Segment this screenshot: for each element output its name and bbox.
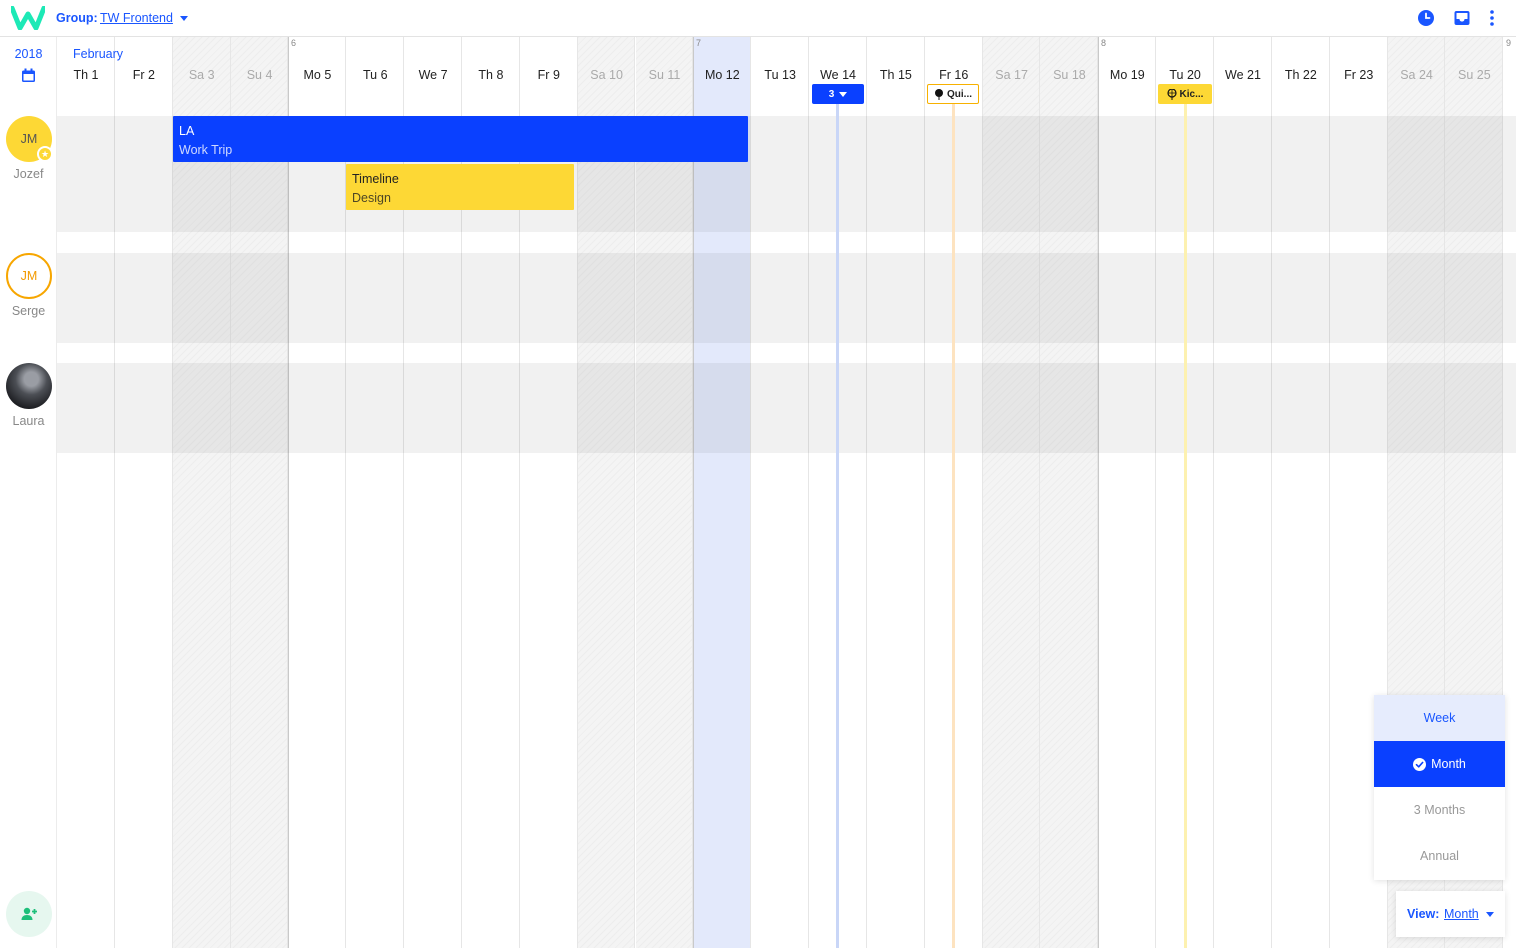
top-bar: Group: TW Frontend [0,0,1516,37]
day-label: Sa 3 [188,68,215,82]
marker-count: 3 [828,88,835,100]
person-name-jozef: Jozef [13,167,44,181]
marker-pill-tu20[interactable]: Kic... [1158,84,1212,104]
event-la-work-trip[interactable]: LA Work Trip [173,116,748,162]
day-label: Tu 13 [764,68,796,82]
calendar-icon[interactable] [21,68,36,83]
chevron-down-icon[interactable] [180,16,188,21]
view-option-3-months[interactable]: 3 Months [1374,787,1505,833]
event-timeline-design[interactable]: Timeline Design [346,164,574,210]
marker-text: Kic... [1179,88,1204,100]
event-title: LA [179,124,195,138]
day-label: Su 18 [1053,68,1086,82]
more-vert-icon[interactable] [1483,9,1501,27]
week-number: 8 [1101,38,1107,48]
day-label: We 7 [418,68,448,82]
day-label: Mo 5 [303,68,332,82]
row-serge[interactable] [57,253,1516,343]
day-label: Fr 23 [1344,68,1374,82]
day-label: Su 11 [648,68,681,82]
view-option-annual[interactable]: Annual [1374,833,1505,879]
clock-icon[interactable] [1417,9,1435,27]
marker-line-we14 [836,94,839,948]
balloon-icon [935,88,943,100]
avatar-laura[interactable] [6,363,52,409]
group-label: Group: [56,11,98,25]
person-name-laura: Laura [12,414,45,428]
week-number: 7 [696,38,702,48]
day-label: Th 22 [1284,68,1317,82]
day-label: Tu 20 [1169,68,1201,82]
view-option-month[interactable]: Month [1374,741,1505,787]
inbox-icon[interactable] [1453,9,1471,27]
day-label: Fr 16 [939,68,969,82]
day-label: Sa 24 [1400,68,1433,82]
day-label: Mo 12 [704,68,740,82]
view-label: View: [1407,907,1440,921]
day-label: Th 8 [478,68,504,82]
add-person-icon [21,907,37,920]
view-option-label: Month [1431,757,1466,771]
add-person-button[interactable] [6,891,52,937]
day-label: Sa 17 [995,68,1028,82]
balloon-icon [1166,88,1177,100]
chevron-down-icon [1486,912,1494,917]
row-laura[interactable] [57,363,1516,453]
day-label: Mo 19 [1109,68,1145,82]
view-menu: Week Month 3 Months Annual [1374,695,1505,880]
marker-pill-we14[interactable]: 3 [812,84,864,104]
day-label: Fr 2 [132,68,155,82]
timeline-grid: February Th 1 Fr 2 Sa 3 Su 4 Mo 5 Tu 6 We 7 Th … [57,37,1516,948]
marker-pill-fr16[interactable]: Qui... [927,84,979,104]
event-subtitle: Design [352,191,391,205]
year-label[interactable]: 2018 [0,47,57,61]
day-label: Th 15 [879,68,912,82]
marker-line-tu20 [1184,94,1187,948]
day-label: Sa 10 [590,68,623,82]
view-value[interactable]: Month [1444,907,1479,921]
day-label: Su 4 [246,68,273,82]
view-option-week[interactable]: Week [1374,695,1505,741]
day-label: Fr 9 [537,68,560,82]
marker-line-fr16 [952,94,955,948]
day-label: Th 1 [73,68,99,82]
day-label: Tu 6 [362,68,388,82]
event-title: Timeline [352,172,399,186]
day-label: We 14 [820,68,856,82]
week-number: 6 [291,38,297,48]
group-selector[interactable]: TW Frontend [100,11,173,25]
chevron-down-icon [839,91,848,97]
person-name-serge: Serge [11,304,46,318]
month-label: February [73,47,124,61]
check-circle-icon [1413,757,1427,771]
day-label: We 21 [1225,68,1261,82]
people-sidebar: 2018 JM ★ Jozef JM Serge Laura [0,37,57,948]
week-number: 9 [1506,38,1512,48]
view-selector-button[interactable]: View: Month [1396,891,1505,937]
day-label: Su 25 [1458,68,1491,82]
event-subtitle: Work Trip [179,143,233,157]
app-logo[interactable] [11,6,45,30]
star-icon: ★ [37,146,53,162]
avatar-serge[interactable]: JM [6,253,52,299]
marker-text: Qui... [947,88,972,100]
